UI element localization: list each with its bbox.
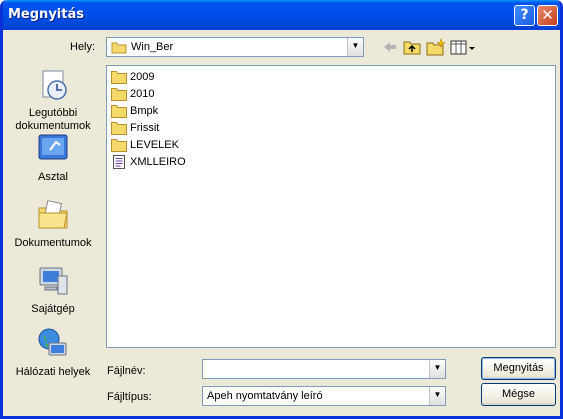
filetype-select[interactable]: Apeh nyomtatvány leíró ▼ [202,386,446,406]
filetype-label: Fájltípus: [107,391,152,403]
filetype-value: Apeh nyomtatvány leíró [207,390,323,402]
window-title: Megnyitás [8,7,84,22]
sidebar-item-recent[interactable]: Legutóbbi dokumentumok [7,68,99,133]
chevron-down-icon[interactable]: ▼ [429,387,445,405]
folder-icon [111,122,127,135]
filename-input[interactable] [205,361,425,377]
open-dialog: Megnyitás ? ✕ Hely: Win_Ber ▼ Legutóbbi … [0,0,563,419]
places-bar: Legutóbbi dokumentumok Asztal Dokumentum… [7,62,99,384]
desktop-icon [38,134,68,160]
up-folder-icon[interactable] [403,38,421,56]
recent-documents-icon [42,70,67,100]
sidebar-item-network[interactable]: Hálózati helyek [7,327,99,379]
list-item[interactable]: LEVELEK [111,137,179,153]
view-menu-icon[interactable] [450,38,476,56]
back-arrow-icon[interactable] [381,38,399,56]
filename-combo[interactable]: ▼ [202,359,446,379]
sidebar-label-documents: Dokumentumok [14,237,92,249]
list-item[interactable]: Bmpk [111,103,158,119]
new-folder-icon[interactable] [426,38,446,56]
folder-icon [111,139,127,152]
cancel-button[interactable]: Mégse [481,383,556,406]
file-name: 2009 [130,71,155,83]
network-places-icon [38,328,67,356]
folder-icon [111,105,127,118]
close-button[interactable]: ✕ [537,5,558,26]
sidebar-label-recent: Legutóbbi dokumentumok [15,107,91,132]
help-button[interactable]: ? [514,5,535,26]
file-name: Frissit [130,122,160,134]
file-name: Bmpk [130,105,159,117]
file-list[interactable]: 2009 2010 Bmpk Frissit LEVELEK XMLLEIRO [106,65,556,348]
folder-icon [111,88,127,101]
sidebar-label-network: Hálózati helyek [15,366,91,378]
look-in-label: Hely: [70,41,96,53]
chevron-down-icon[interactable]: ▼ [347,38,363,56]
sidebar-item-documents[interactable]: Dokumentumok [7,198,99,250]
sidebar-item-computer[interactable]: Sajátgép [7,264,99,316]
list-item[interactable]: 2010 [111,86,154,102]
look-in-combo[interactable]: Win_Ber ▼ [106,37,364,57]
title-bar[interactable]: Megnyitás ? ✕ [3,0,560,30]
look-in-value: Win_Ber [131,41,174,53]
list-item[interactable]: XMLLEIRO [111,154,186,170]
sidebar-label-computer: Sajátgép [31,303,75,315]
file-name: 2010 [130,88,155,100]
file-name: LEVELEK [130,139,179,151]
file-name: XMLLEIRO [130,156,186,168]
sidebar-label-desktop: Asztal [38,171,68,183]
folder-icon [111,71,127,84]
chevron-down-icon[interactable]: ▼ [429,360,445,378]
my-documents-icon [38,200,68,229]
xml-file-icon [113,155,125,169]
filename-label: Fájlnév: [107,365,146,377]
open-button[interactable]: Megnyitás [481,357,556,380]
folder-icon [111,42,127,54]
list-item[interactable]: 2009 [111,69,154,85]
my-computer-icon [39,267,68,295]
sidebar-item-desktop[interactable]: Asztal [7,132,99,184]
list-item[interactable]: Frissit [111,120,159,136]
